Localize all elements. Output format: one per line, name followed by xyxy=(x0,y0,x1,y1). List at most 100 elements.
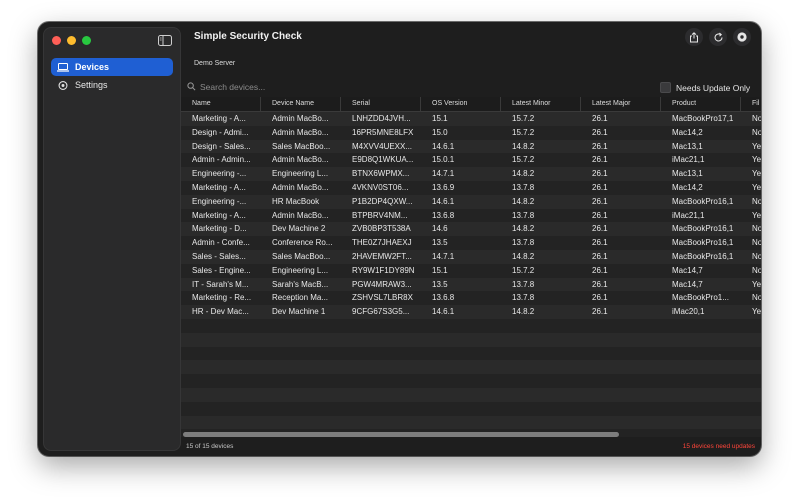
share-icon xyxy=(690,31,698,42)
table-cell: No xyxy=(752,224,761,234)
column-header[interactable]: OS Version xyxy=(421,97,501,111)
empty-table-row xyxy=(181,401,761,416)
column-header[interactable]: Latest Minor xyxy=(501,97,581,111)
table-cell: 26.1 xyxy=(592,127,608,137)
table-cell: 14.8.2 xyxy=(512,224,535,234)
table-cell: 15.0.1 xyxy=(432,155,455,165)
table-row[interactable]: Design - Admi... Admin MacBo... 16PR5MNE8L… xyxy=(181,125,761,140)
needs-update-checkbox[interactable] xyxy=(660,82,671,93)
table-cell: HR MacBook xyxy=(272,196,320,206)
table-cell: 13.5 xyxy=(432,279,448,289)
table-cell: Mac14,2 xyxy=(672,127,703,137)
table-row[interactable]: Marketing - Re... Reception Ma... ZSHVSL7L… xyxy=(181,291,761,306)
laptop-icon xyxy=(57,62,69,72)
table-row[interactable]: Engineering -... Engineering L... BTNX6WPM… xyxy=(181,167,761,181)
sidebar-item-settings[interactable]: Settings xyxy=(51,76,173,94)
table-cell: 14.6.1 xyxy=(432,196,455,206)
table-cell: iMac21,1 xyxy=(672,155,705,165)
table-cell: BTPBRV4NM... xyxy=(352,210,408,220)
close-window-button[interactable] xyxy=(52,36,61,45)
app-window: Devices Settings Simple Security Check D… xyxy=(38,22,761,456)
table-cell: 14.8.2 xyxy=(512,251,535,261)
table-cell: 26.1 xyxy=(592,182,608,192)
empty-table-row xyxy=(181,387,761,402)
column-header[interactable]: Latest Major xyxy=(581,97,661,111)
table-cell: 26.1 xyxy=(592,307,608,317)
zoom-window-button[interactable] xyxy=(82,36,91,45)
refresh-button[interactable] xyxy=(709,28,727,46)
column-header[interactable]: Fil xyxy=(741,97,761,111)
table-cell: 26.1 xyxy=(592,114,608,123)
table-cell: MacBookPro16,1 xyxy=(672,224,734,234)
table-cell: Dev Machine 1 xyxy=(272,307,326,317)
table-cell: Sales MacBoo... xyxy=(272,141,331,151)
table-cell: P1B2DP4QXW... xyxy=(352,196,413,206)
table-cell: HR - Dev Mac... xyxy=(192,307,249,317)
table-row[interactable]: Marketing - A... Admin MacBo... 4VKNV0ST06… xyxy=(181,180,761,195)
table-row[interactable]: Admin - Admin... Admin MacBo... E9D8Q1WKUA… xyxy=(181,153,761,168)
needs-update-filter[interactable]: Needs Update Only xyxy=(660,82,750,93)
table-row[interactable]: Marketing - D... Dev Machine 2 ZVB0BP3T538… xyxy=(181,222,761,237)
table-row[interactable]: Sales - Engine... Engineering L... RY9W1F1… xyxy=(181,263,761,278)
table-cell: 14.8.2 xyxy=(512,307,535,317)
table-cell: 16PR5MNE8LFX xyxy=(352,127,414,137)
table-cell: 14.6.1 xyxy=(432,141,455,151)
table-cell: Dev Machine 2 xyxy=(272,224,326,234)
table-cell: 13.6.8 xyxy=(432,293,455,303)
table-cell: Mac14,2 xyxy=(672,182,703,192)
table-cell: Ye xyxy=(752,182,761,192)
table-cell: Marketing - Re... xyxy=(192,293,252,303)
empty-table-row xyxy=(181,360,761,375)
sidebar-toggle-icon[interactable] xyxy=(158,35,172,46)
table-cell: 15.0 xyxy=(432,127,448,137)
table-cell: 26.1 xyxy=(592,293,608,303)
horizontal-scrollbar[interactable] xyxy=(183,432,619,437)
table-cell: No xyxy=(752,293,761,303)
table-cell: Ye xyxy=(752,210,761,220)
table-cell: 13.6.9 xyxy=(432,182,455,192)
table-cell: Sales - Sales... xyxy=(192,251,246,261)
table-cell: iMac21,1 xyxy=(672,210,705,220)
table-cell: MacBookPro16,1 xyxy=(672,196,734,206)
table-cell: 15.7.2 xyxy=(512,265,535,275)
empty-table-row xyxy=(181,415,761,430)
column-header[interactable]: Name xyxy=(181,97,261,111)
table-cell: 15.7.2 xyxy=(512,114,535,123)
table-row[interactable]: Sales - Sales... Sales MacBoo... 2HAVEMW2F… xyxy=(181,249,761,264)
refresh-icon xyxy=(713,32,723,42)
table-cell: 26.1 xyxy=(592,210,608,220)
table-cell: 13.7.8 xyxy=(512,182,535,192)
table-row[interactable]: Design - Sales... Sales MacBoo... M4XVV4UE… xyxy=(181,139,761,154)
table-row[interactable]: Marketing - A... Admin MacBo... BTPBRV4NM.… xyxy=(181,208,761,223)
table-cell: 4VKNV0ST06... xyxy=(352,182,409,192)
settings-button[interactable] xyxy=(733,28,751,46)
sidebar-item-label: Settings xyxy=(75,80,108,90)
table-cell: No xyxy=(752,127,761,137)
table-cell: 26.1 xyxy=(592,238,608,248)
table-cell: 26.1 xyxy=(592,265,608,275)
table-cell: Marketing - A... xyxy=(192,182,246,192)
table-row[interactable]: HR - Dev Mac... Dev Machine 1 9CFG67S3G5..… xyxy=(181,305,761,319)
table-cell: 9CFG67S3G5... xyxy=(352,307,410,317)
search-input[interactable] xyxy=(200,80,500,94)
table-cell: Admin MacBo... xyxy=(272,114,329,123)
table-row[interactable]: IT - Sarah's M... Sarah's MacB... PGW4MRAW… xyxy=(181,277,761,292)
window-controls xyxy=(52,36,91,45)
column-header[interactable]: Device Name xyxy=(261,97,341,111)
table-row[interactable]: Admin - Confe... Conference Ro... THE0Z7JH… xyxy=(181,236,761,250)
table-row[interactable]: Engineering -... HR MacBook P1B2DP4QXW... 1… xyxy=(181,194,761,209)
table-row[interactable]: Marketing - A... Admin MacBo... LNHZDD4JVH… xyxy=(181,112,761,126)
column-header[interactable]: Product xyxy=(661,97,741,111)
table-cell: Reception Ma... xyxy=(272,293,329,303)
table-cell: 15.1 xyxy=(432,265,448,275)
table-cell: Marketing - A... xyxy=(192,114,246,123)
empty-table-row xyxy=(181,332,761,347)
column-header[interactable]: Serial xyxy=(341,97,421,111)
table-body: Marketing - A... Admin MacBo... LNHZDD4JVH… xyxy=(181,112,761,437)
table-cell: Admin MacBo... xyxy=(272,182,329,192)
sidebar-item-devices[interactable]: Devices xyxy=(51,58,173,76)
share-button[interactable] xyxy=(685,28,703,46)
minimize-window-button[interactable] xyxy=(67,36,76,45)
table-cell: Sales - Engine... xyxy=(192,265,251,275)
table-cell: MacBookPro16,1 xyxy=(672,251,734,261)
